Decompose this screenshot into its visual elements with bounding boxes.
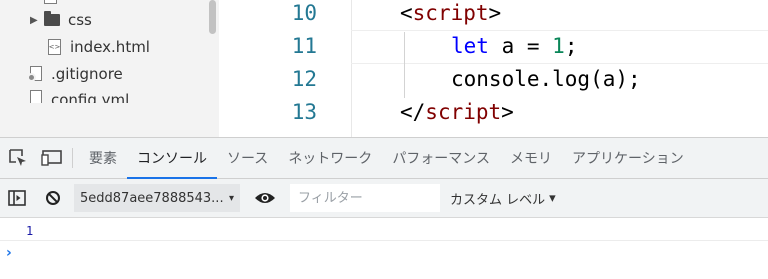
line-number: 13: [291, 100, 317, 124]
log-levels-dropdown[interactable]: カスタム レベル ▾: [450, 189, 556, 208]
clear-console-icon[interactable]: [42, 187, 64, 209]
settings-file-icon: [27, 66, 43, 82]
line-number: 10: [291, 1, 317, 25]
file-icon: [27, 90, 43, 103]
sidebar-toggle-icon[interactable]: [6, 187, 28, 209]
code-token: >: [501, 100, 514, 124]
devtools-tabs: 要素 コンソール ソース ネットワーク パフォーマンス メモリ アプリケーション: [79, 138, 694, 179]
html-file-icon: <>: [48, 39, 61, 55]
console-prompt-icon[interactable]: ›: [6, 245, 12, 261]
code-token: let: [451, 34, 489, 58]
code-token: </: [400, 100, 426, 124]
filter-input-box[interactable]: [290, 184, 440, 212]
code-line[interactable]: <script>: [400, 1, 501, 25]
editor-area: ▶ css <> index.html .gitignore config.ym…: [0, 0, 768, 137]
inspect-element-icon[interactable]: [6, 146, 30, 170]
gutter-divider: [351, 0, 352, 137]
file-tree-label: .gitignore: [51, 65, 123, 83]
chevron-down-icon: ▾: [549, 190, 556, 206]
code-line[interactable]: console.log(a);: [451, 67, 641, 91]
folder-icon: [44, 11, 60, 26]
code-token: script: [412, 1, 489, 25]
line-number: 11: [291, 34, 317, 58]
context-selector[interactable]: 5edd87aee7888543... ▾: [74, 184, 240, 212]
file-icon: [44, 0, 57, 4]
file-tree-item-config[interactable]: config.yml: [27, 89, 129, 103]
code-token: script: [425, 100, 502, 124]
console-message: 1: [0, 218, 768, 241]
file-tree-item-gitignore[interactable]: .gitignore: [27, 62, 123, 86]
code-token: >: [488, 1, 502, 25]
chevron-down-icon: ▾: [228, 192, 234, 204]
file-tree-label: config.yml: [51, 91, 130, 103]
line-number: 12: [291, 67, 317, 91]
tab-6[interactable]: アプリケーション: [562, 138, 694, 178]
eye-icon[interactable]: [254, 187, 276, 209]
tab-5[interactable]: メモリ: [500, 138, 562, 178]
file-tree-item-css[interactable]: ▶ css: [30, 8, 92, 32]
file-tree-scrollbar[interactable]: [209, 0, 216, 34]
toolbar-divider: [72, 148, 73, 168]
code-line[interactable]: </script>: [400, 100, 514, 124]
tab-3[interactable]: ネットワーク: [278, 138, 382, 178]
file-tree-item-index-html[interactable]: <> index.html: [48, 35, 150, 59]
file-tree-label: css: [68, 11, 92, 29]
tab-2[interactable]: ソース: [217, 138, 278, 178]
code-editor[interactable]: 10 <script> 11 let a = 1; 12 console.log…: [219, 0, 768, 137]
file-tree-label: index.html: [70, 38, 150, 56]
code-token: a =: [488, 34, 553, 58]
code-line[interactable]: let a = 1;: [451, 34, 577, 58]
device-toolbar-icon[interactable]: [40, 146, 64, 170]
log-levels-label: カスタム レベル: [450, 192, 546, 208]
indent-guide: [404, 32, 405, 98]
tab-0[interactable]: 要素: [79, 138, 127, 178]
code-token: console.log(a);: [451, 67, 641, 91]
console-message-value: 1: [26, 224, 34, 238]
console-toolbar: 5edd87aee7888543... ▾ カスタム レベル ▾: [0, 179, 768, 218]
code-token: 1: [552, 34, 565, 58]
code-token: ;: [564, 34, 578, 58]
console-output: 1 ›: [0, 218, 768, 279]
tab-1[interactable]: コンソール: [127, 138, 217, 179]
code-token: <: [400, 1, 413, 25]
devtools-tab-bar: 要素 コンソール ソース ネットワーク パフォーマンス メモリ アプリケーション: [0, 137, 768, 179]
chevron-right-icon: ▶: [30, 14, 38, 26]
filter-input[interactable]: [298, 190, 440, 206]
context-selector-value: 5edd87aee7888543...: [80, 190, 224, 206]
file-tree-item[interactable]: [44, 0, 66, 8]
file-tree: ▶ css <> index.html .gitignore config.ym…: [0, 0, 219, 137]
tab-4[interactable]: パフォーマンス: [382, 138, 500, 178]
